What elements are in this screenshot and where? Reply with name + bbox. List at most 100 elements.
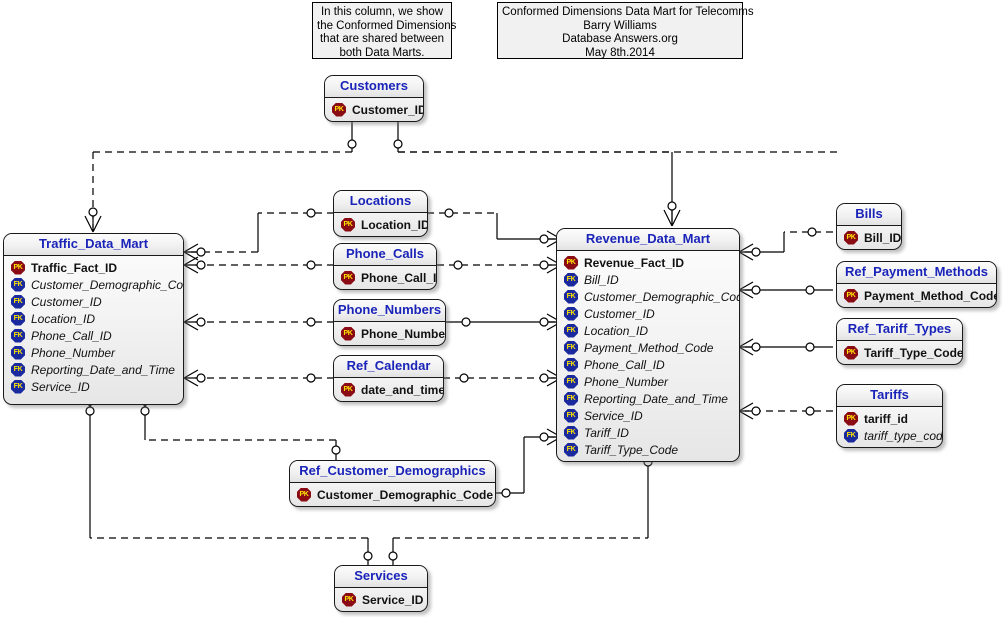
- foreign-key-icon: FK: [564, 374, 578, 389]
- attribute-name: Phone_Number: [31, 345, 116, 360]
- optional-marker: [751, 247, 761, 257]
- primary-key-icon: PK: [844, 288, 858, 303]
- entity-title: Ref_Payment_Methods: [837, 262, 996, 284]
- relation-refcustdemo-revenue: [496, 436, 555, 494]
- optional-marker: [388, 551, 398, 561]
- attribute-row: FK Bill_ID: [557, 271, 739, 288]
- attribute-row: FK Location_ID: [4, 310, 183, 327]
- relation-refcustdemo-traffic: [144, 411, 337, 460]
- attribute-row: FK Service_ID: [557, 407, 739, 424]
- foreign-key-icon: FK: [564, 425, 578, 440]
- optional-marker: [539, 373, 549, 383]
- entity-ref-calendar[interactable]: Ref_Calendar PK date_and_time: [333, 355, 444, 402]
- optional-marker: [306, 208, 316, 218]
- entity-ref-payment-methods[interactable]: Ref_Payment_Methods PK Payment_Method_Co…: [836, 261, 997, 308]
- attribute-name: Tariff_Type_Code: [584, 442, 679, 457]
- primary-key-icon: PK: [341, 217, 355, 232]
- entity-attributes: PK Location_ID: [334, 213, 427, 236]
- entity-bills[interactable]: Bills PK Bill_ID: [836, 203, 902, 250]
- entity-locations[interactable]: Locations PK Location_ID: [333, 190, 428, 237]
- optional-marker: [196, 317, 206, 327]
- attribute-name: Customer_Demographic_Code: [317, 487, 494, 502]
- entity-attributes: PK Tariff_Type_Code: [837, 341, 963, 364]
- foreign-key-icon: FK: [564, 340, 578, 355]
- attribute-row: PK Phone_Call_ID: [334, 269, 436, 286]
- entity-customers[interactable]: Customers PK Customer_ID: [324, 75, 424, 122]
- attribute-row: FK Phone_Call_ID: [4, 327, 183, 344]
- entity-title: Ref_Calendar: [334, 356, 443, 378]
- optional-marker: [539, 317, 549, 327]
- primary-key-icon: PK: [844, 345, 858, 360]
- foreign-key-icon: FK: [564, 272, 578, 287]
- optional-marker: [805, 342, 815, 352]
- foreign-key-icon: FK: [844, 428, 858, 443]
- primary-key-icon: PK: [341, 382, 355, 397]
- attribute-name: date_and_time: [361, 382, 444, 397]
- attribute-row: FK Customer_ID: [557, 305, 739, 322]
- attribute-row: FK Location_ID: [557, 322, 739, 339]
- attribute-name: Reporting_Date_and_Time: [31, 362, 175, 377]
- entity-attributes: PK Customer_Demographic_Code: [290, 483, 495, 506]
- relation-locations-traffic: [190, 212, 334, 253]
- entity-attributes: PK Service_ID: [335, 588, 427, 611]
- primary-key-icon: PK: [564, 255, 578, 270]
- attribute-name: Payment_Method_Code: [864, 288, 997, 303]
- optional-marker: [807, 227, 817, 237]
- entity-tariffs[interactable]: Tariffs PK tariff_id FK tariff_type_code: [836, 384, 943, 448]
- attribute-name: Tariff_Type_Code: [864, 345, 963, 360]
- foreign-key-icon: FK: [11, 311, 25, 326]
- entity-ref-customer-demographics[interactable]: Ref_Customer_Demographics PK Customer_De…: [289, 460, 496, 507]
- attribute-name: Payment_Method_Code: [584, 340, 714, 355]
- entity-title: Phone_Calls: [334, 244, 436, 266]
- entity-traffic-data-mart[interactable]: Traffic_Data_Mart PK Traffic_Fact_ID FK …: [3, 233, 184, 405]
- optional-marker: [461, 317, 471, 327]
- optional-marker: [306, 260, 316, 270]
- entity-attributes: PK Phone_Call_ID: [334, 266, 436, 289]
- attribute-name: Reporting_Date_and_Time: [584, 391, 728, 406]
- foreign-key-icon: FK: [564, 306, 578, 321]
- attribute-name: Revenue_Fact_ID: [584, 255, 685, 270]
- note-line: Barry Williams: [583, 19, 657, 32]
- attribute-name: tariff_type_code: [864, 428, 943, 443]
- foreign-key-icon: FK: [11, 294, 25, 309]
- foreign-key-icon: FK: [11, 328, 25, 343]
- relation-customers-revenue: [397, 122, 838, 153]
- attribute-name: Customer_ID: [31, 294, 102, 309]
- optional-marker: [539, 260, 549, 270]
- entity-attributes: PK Revenue_Fact_ID FK Bill_ID FK Custome…: [557, 251, 739, 461]
- crowfoot-revenue-right: [738, 243, 754, 420]
- optional-marker: [667, 201, 677, 211]
- entity-attributes: PK date_and_time: [334, 378, 443, 401]
- entity-title: Ref_Customer_Demographics: [290, 461, 495, 483]
- attribute-row: PK date_and_time: [334, 381, 443, 398]
- attribute-row: FK Payment_Method_Code: [557, 339, 739, 356]
- primary-key-icon: PK: [297, 487, 311, 502]
- optional-marker: [196, 247, 206, 257]
- optional-marker: [805, 406, 815, 416]
- attribute-name: tariff_id: [864, 411, 909, 426]
- entity-attributes: PK Phone_Number: [334, 322, 445, 345]
- attribute-row: PK tariff_id: [837, 410, 942, 427]
- primary-key-icon: PK: [844, 411, 858, 426]
- entity-ref-tariff-types[interactable]: Ref_Tariff_Types PK Tariff_Type_Code: [836, 318, 963, 365]
- attribute-row: PK Phone_Number: [334, 325, 445, 342]
- attribute-name: Customer_Demographic_Code: [31, 277, 184, 292]
- attribute-name: Phone_Call_ID: [361, 270, 437, 285]
- attribute-row: PK Revenue_Fact_ID: [557, 254, 739, 271]
- optional-marker: [331, 445, 341, 455]
- entity-title: Revenue_Data_Mart: [557, 229, 739, 251]
- optional-marker: [459, 373, 469, 383]
- entity-services[interactable]: Services PK Service_ID: [334, 565, 428, 612]
- attribute-row: FK Service_ID: [4, 378, 183, 395]
- entity-attributes: PK tariff_id FK tariff_type_code: [837, 407, 943, 447]
- entity-phone-calls[interactable]: Phone_Calls PK Phone_Call_ID: [333, 243, 437, 290]
- foreign-key-icon: FK: [11, 345, 25, 360]
- optional-marker: [85, 406, 95, 416]
- foreign-key-icon: FK: [11, 379, 25, 394]
- note-line: Conformed Dimensions Data Mart for Telec…: [502, 6, 754, 18]
- entity-phone-numbers[interactable]: Phone_Numbers PK Phone_Number: [333, 299, 446, 346]
- optional-marker: [347, 139, 357, 149]
- optional-marker: [751, 285, 761, 295]
- entity-revenue-data-mart[interactable]: Revenue_Data_Mart PK Revenue_Fact_ID FK …: [556, 228, 740, 462]
- attribute-name: Tariff_ID: [584, 425, 629, 440]
